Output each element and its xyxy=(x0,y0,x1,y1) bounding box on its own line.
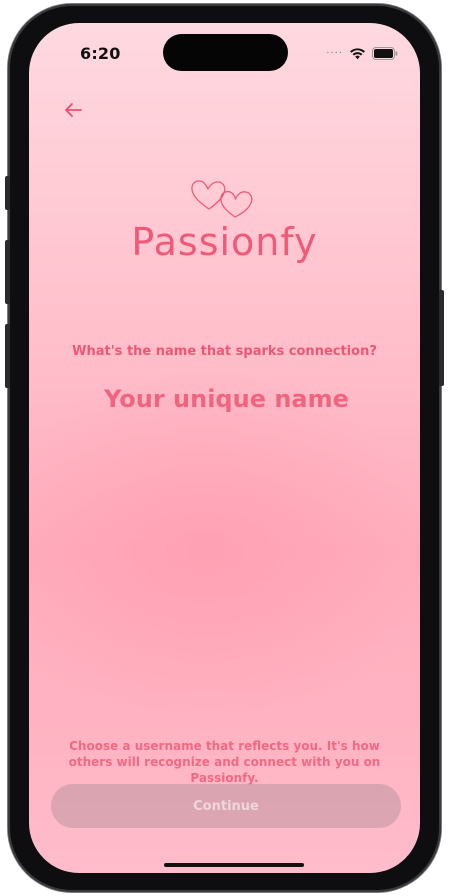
status-icons: ···· xyxy=(326,45,398,61)
wifi-icon xyxy=(350,47,365,59)
arrow-left-icon xyxy=(65,103,82,117)
app-screen: 6:20 ···· Passionfy What's the name that… xyxy=(29,23,420,873)
username-input[interactable] xyxy=(59,378,394,420)
volume-up-button xyxy=(5,240,10,304)
action-button xyxy=(5,176,10,210)
back-button[interactable] xyxy=(61,98,85,122)
signal-dots-icon: ···· xyxy=(326,47,343,59)
helper-text: Choose a username that reflects you. It'… xyxy=(68,739,381,785)
brand-name: Passionfy xyxy=(131,220,318,264)
dynamic-island xyxy=(163,34,288,71)
question-label: What's the name that sparks connection? xyxy=(72,344,377,359)
continue-button[interactable]: Continue xyxy=(51,784,401,828)
two-hearts-icon xyxy=(191,180,253,218)
status-time: 6:20 xyxy=(80,44,121,63)
phone-frame: 6:20 ···· Passionfy What's the name that… xyxy=(5,4,444,892)
volume-down-button xyxy=(5,324,10,388)
home-indicator[interactable] xyxy=(164,863,304,867)
battery-icon xyxy=(372,46,398,60)
power-button xyxy=(439,290,444,386)
